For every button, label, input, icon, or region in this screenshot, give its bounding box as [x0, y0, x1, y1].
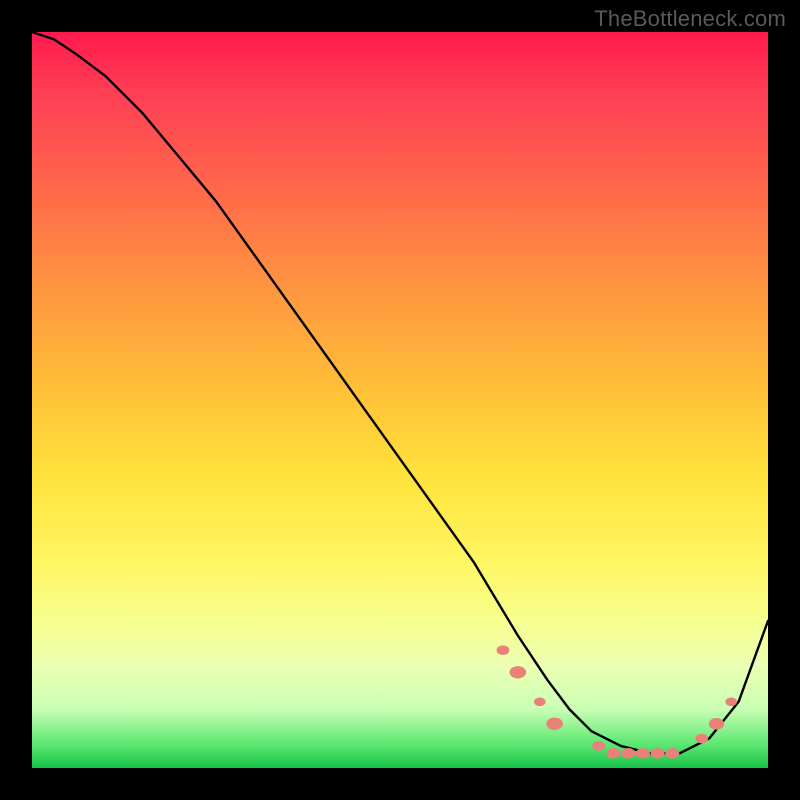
- highlight-dot: [695, 734, 708, 744]
- highlight-dot: [592, 741, 605, 751]
- highlight-dot: [606, 748, 620, 759]
- plot-area: [32, 32, 768, 768]
- highlight-dot: [546, 718, 563, 730]
- watermark-text: TheBottleneck.com: [594, 6, 786, 32]
- highlight-dot: [510, 666, 527, 678]
- bottleneck-curve-path: [32, 32, 768, 753]
- highlight-dot: [636, 748, 650, 759]
- highlight-dot: [534, 698, 546, 707]
- highlight-dots-group: [497, 645, 737, 758]
- highlight-dot: [621, 748, 635, 759]
- chart-svg: [32, 32, 768, 768]
- chart-frame: TheBottleneck.com: [0, 0, 800, 800]
- highlight-dot: [725, 698, 737, 707]
- highlight-dot: [709, 718, 724, 730]
- highlight-dot: [665, 748, 679, 759]
- highlight-dot: [497, 645, 510, 655]
- highlight-dot: [651, 748, 665, 759]
